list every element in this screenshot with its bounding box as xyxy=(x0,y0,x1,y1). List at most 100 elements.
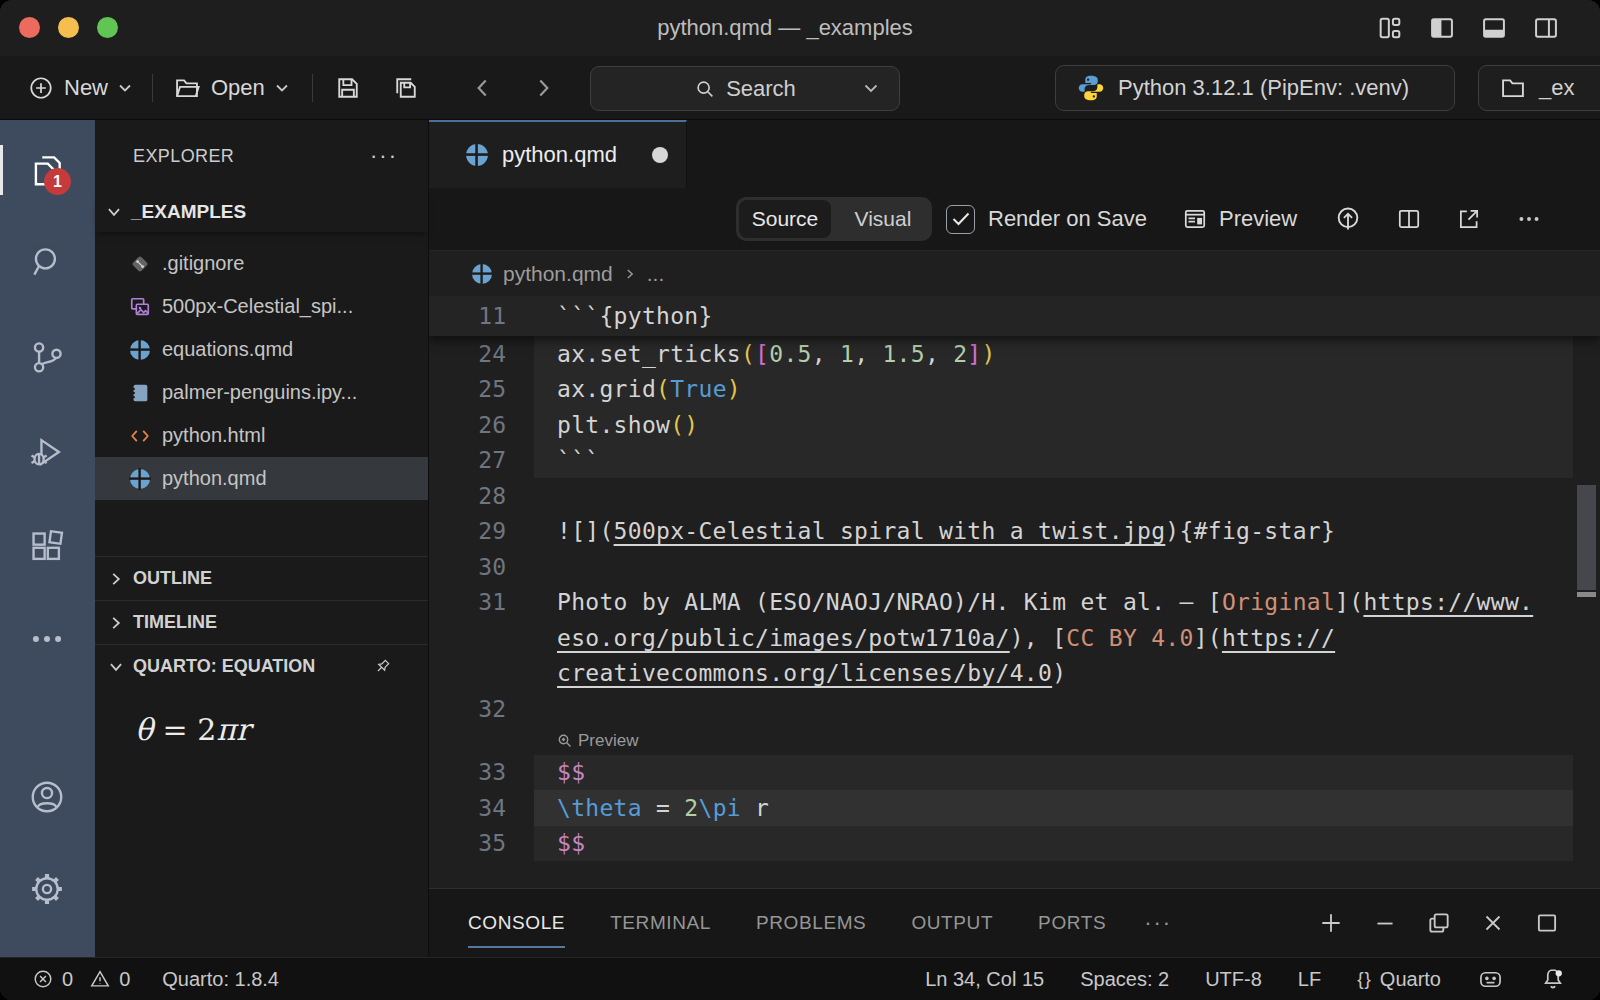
code-line-25[interactable]: 25ax.grid(True) xyxy=(429,372,1600,408)
panel-tab-output[interactable]: OUTPUT xyxy=(911,889,993,957)
panel-minimize-icon[interactable] xyxy=(1372,910,1398,936)
panel-tab-problems[interactable]: PROBLEMS xyxy=(756,889,866,957)
titlebar: python.qmd — _examples xyxy=(0,0,1600,56)
encoding-status[interactable]: UTF-8 xyxy=(1205,968,1262,991)
code-line-29[interactable]: 29![](500px-Celestial_spiral_with_a_twis… xyxy=(429,514,1600,550)
open-external-icon[interactable] xyxy=(1456,206,1482,232)
status-bar: 0 0 Quarto: 1.8.4 Ln 34, Col 15 Spaces: … xyxy=(0,957,1600,1000)
workspace-button[interactable]: _ex xyxy=(1478,65,1600,111)
more-views-icon[interactable] xyxy=(27,619,67,659)
quarto-version-status[interactable]: Quarto: 1.8.4 xyxy=(162,968,279,991)
extensions-icon[interactable] xyxy=(27,527,67,567)
code-line-34[interactable]: 34\theta = 2\pi r xyxy=(429,790,1600,826)
toggle-panel-icon[interactable] xyxy=(1480,14,1508,42)
outline-section-header[interactable]: OUTLINE xyxy=(95,556,428,600)
render-on-save-checkbox[interactable] xyxy=(946,205,975,234)
outline-section-label: OUTLINE xyxy=(133,568,212,589)
code-line-35[interactable]: 35$$ xyxy=(429,826,1600,862)
scrollbar-decoration xyxy=(1577,592,1596,597)
customize-layout-icon[interactable] xyxy=(1376,14,1404,42)
settings-gear-icon[interactable] xyxy=(27,869,67,909)
code-line-30[interactable]: 30 xyxy=(429,549,1600,585)
code-editor[interactable]: 11```{python} 24ax.set_rticks([0.5, 1, 1… xyxy=(429,296,1600,888)
source-mode-button[interactable]: Source xyxy=(739,200,831,238)
panel-split-icon[interactable] xyxy=(1426,910,1452,936)
equation-preview: θ = 2πr xyxy=(95,688,428,747)
file-item-palmer-penguins-ipy-[interactable]: palmer-penguins.ipy... xyxy=(95,371,428,414)
code-text: creativecommons.org/licenses/by/4.0) xyxy=(506,660,1066,686)
navigate-forward-button[interactable] xyxy=(530,56,556,119)
bottom-panel: CONSOLE TERMINAL PROBLEMS OUTPUT PORTS ··· xyxy=(429,888,1600,957)
python-interpreter-button[interactable]: Python 3.12.1 (PipEnv: .venv) xyxy=(1055,65,1455,111)
render-document-icon[interactable] xyxy=(1334,205,1362,233)
mode-switcher: Source Visual xyxy=(736,197,932,241)
code-line-wrap[interactable]: creativecommons.org/licenses/by/4.0) xyxy=(429,656,1600,692)
panel-new-icon[interactable] xyxy=(1318,910,1344,936)
file-item-equations-qmd[interactable]: equations.qmd xyxy=(95,328,428,371)
render-on-save-label: Render on Save xyxy=(988,206,1147,232)
split-editor-icon[interactable] xyxy=(1396,206,1422,232)
eol-status[interactable]: LF xyxy=(1298,968,1321,991)
code-line-wrap[interactable]: eso.org/public/images/potw1710a/), [CC B… xyxy=(429,620,1600,656)
code-text: Photo by ALMA (ESO/NAOJ/NRAO)/H. Kim et … xyxy=(506,589,1533,615)
file-item--gitignore[interactable]: .gitignore xyxy=(95,242,428,285)
line-number: 28 xyxy=(429,483,506,509)
code-line-31[interactable]: 31Photo by ALMA (ESO/NAOJ/NRAO)/H. Kim e… xyxy=(429,585,1600,621)
more-actions-icon[interactable] xyxy=(1516,206,1542,232)
tab-python-qmd[interactable]: python.qmd xyxy=(429,120,687,188)
file-list: .gitignore 500px-Celestial_spi... equati… xyxy=(95,242,428,500)
new-button[interactable]: New xyxy=(28,56,132,119)
open-button[interactable]: Open xyxy=(173,56,289,119)
breadcrumb-more[interactable]: ... xyxy=(647,262,665,286)
panel-tab-ports[interactable]: PORTS xyxy=(1038,889,1106,957)
file-label: python.qmd xyxy=(162,467,267,490)
workspace-tree-header[interactable]: _EXAMPLES xyxy=(95,192,428,232)
file-item-python-html[interactable]: python.html xyxy=(95,414,428,457)
indentation-status[interactable]: Spaces: 2 xyxy=(1080,968,1169,991)
toggle-secondary-sidebar-icon[interactable] xyxy=(1532,14,1560,42)
panel-more-tabs-icon[interactable]: ··· xyxy=(1144,910,1172,936)
search-input[interactable]: Search xyxy=(590,66,900,111)
save-button[interactable] xyxy=(334,56,362,119)
editor-scrollbar[interactable] xyxy=(1577,485,1596,590)
search-view-icon[interactable] xyxy=(27,242,67,282)
notifications-bell-icon[interactable] xyxy=(1540,966,1566,992)
timeline-section-header[interactable]: TIMELINE xyxy=(95,600,428,644)
explorer-badge: 1 xyxy=(44,168,71,195)
source-control-icon[interactable] xyxy=(27,337,67,377)
line-number: 34 xyxy=(429,795,506,821)
codelens-row[interactable]: Preview xyxy=(429,727,1600,755)
visual-mode-button[interactable]: Visual xyxy=(837,200,929,238)
explorer-actions-icon[interactable]: ··· xyxy=(370,143,398,169)
search-chevron-icon[interactable] xyxy=(863,83,879,94)
panel-maximize-icon[interactable] xyxy=(1534,910,1560,936)
problems-status[interactable]: 0 0 xyxy=(32,968,130,991)
code-line-24[interactable]: 24ax.set_rticks([0.5, 1, 1.5, 2]) xyxy=(429,336,1600,372)
account-icon[interactable] xyxy=(27,777,67,817)
code-line-32[interactable]: 32 xyxy=(429,691,1600,727)
file-item-python-qmd[interactable]: python.qmd xyxy=(95,457,428,500)
panel-tab-console[interactable]: CONSOLE xyxy=(468,889,565,957)
quarto-equation-section-header[interactable]: QUARTO: EQUATION xyxy=(95,644,428,688)
panel-close-icon[interactable] xyxy=(1480,910,1506,936)
sticky-scroll-line[interactable]: 11```{python} xyxy=(429,296,1600,336)
panel-tab-terminal[interactable]: TERMINAL xyxy=(610,889,711,957)
save-all-button[interactable] xyxy=(392,56,420,119)
language-mode-status[interactable]: {} Quarto xyxy=(1357,968,1441,991)
toggle-primary-sidebar-icon[interactable] xyxy=(1428,14,1456,42)
preview-button[interactable]: Preview xyxy=(1182,188,1297,250)
breadcrumb-file[interactable]: python.qmd xyxy=(503,262,613,286)
code-line-28[interactable]: 28 xyxy=(429,478,1600,514)
file-item-500px-celestial-spi-[interactable]: 500px-Celestial_spi... xyxy=(95,285,428,328)
error-count: 0 xyxy=(62,968,73,991)
code-line-33[interactable]: 33$$ xyxy=(429,755,1600,791)
run-debug-icon[interactable] xyxy=(27,432,67,472)
quarto-file-icon xyxy=(129,339,151,361)
navigate-back-button[interactable] xyxy=(470,56,496,119)
cursor-position-status[interactable]: Ln 34, Col 15 xyxy=(925,968,1044,991)
code-line-27[interactable]: 27``` xyxy=(429,443,1600,479)
pin-icon[interactable] xyxy=(372,657,392,677)
copilot-status-icon[interactable] xyxy=(1477,966,1504,993)
modified-dot-icon[interactable] xyxy=(652,147,668,163)
code-line-26[interactable]: 26plt.show() xyxy=(429,407,1600,443)
